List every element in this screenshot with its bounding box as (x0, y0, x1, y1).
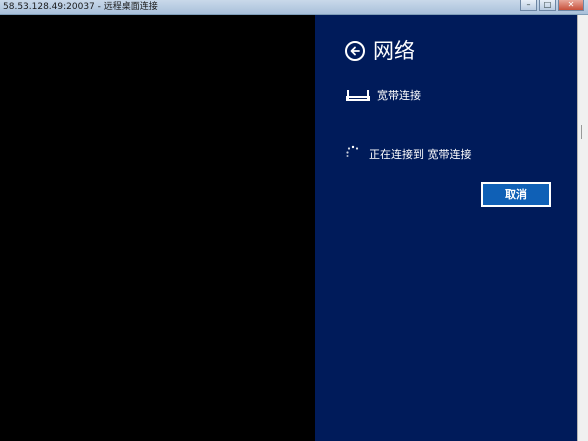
maximize-icon[interactable]: □ (539, 0, 556, 11)
pane-title: 网络 (373, 39, 415, 63)
connection-status: 正在连接到 宽带连接 (345, 145, 565, 165)
network-settings-pane: 网络 宽带连接 正在连接到 宽带连接 取消 (315, 15, 577, 441)
host-desktop-edge (577, 15, 588, 441)
spinner-icon (346, 145, 359, 157)
router-icon (346, 90, 370, 101)
window-title: 58.53.128.49:20037 - 远程桌面连接 (3, 2, 158, 12)
status-text: 正在连接到 宽带连接 (369, 148, 472, 161)
close-icon[interactable]: ✕ (558, 0, 584, 11)
window-controls: – □ ✕ (520, 0, 584, 12)
back-arrow-icon (350, 46, 360, 56)
network-name: 宽带连接 (377, 89, 421, 102)
back-button[interactable] (345, 41, 365, 61)
cancel-button[interactable]: 取消 (481, 182, 551, 207)
remote-desktop-window: 58.53.128.49:20037 - 远程桌面连接 – □ ✕ 网络 宽带连… (0, 0, 588, 441)
title-bar[interactable]: 58.53.128.49:20037 - 远程桌面连接 – □ ✕ (0, 0, 588, 15)
network-item-broadband[interactable]: 宽带连接 (345, 87, 545, 107)
minimize-icon[interactable]: – (520, 0, 537, 11)
remote-screen-black-area (0, 15, 315, 441)
edge-mark (581, 125, 586, 139)
